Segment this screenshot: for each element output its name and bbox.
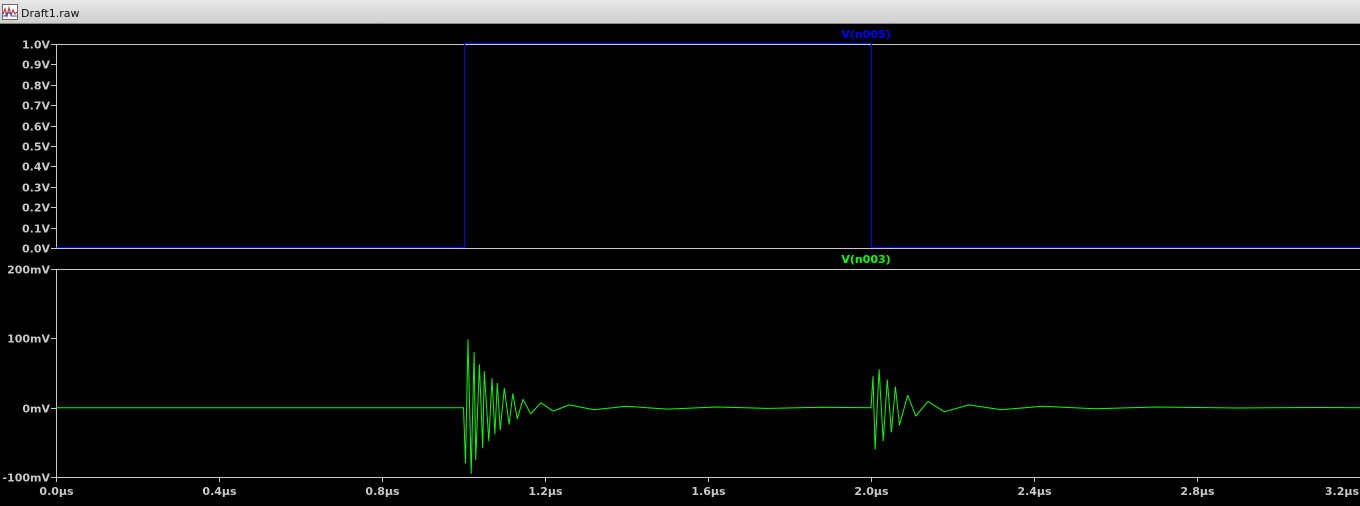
bottom-y-tick-label: 0mV [22, 403, 50, 416]
trace-v-n005[interactable] [56, 43, 1360, 248]
bottom-plot-frame [56, 269, 1360, 478]
top-plot-frame [56, 44, 1360, 249]
trace-label-vn003[interactable]: V(n003) [841, 253, 890, 266]
top-y-tick-label: 0.1V [22, 223, 50, 236]
pane-bottom[interactable]: -100mV 0mV 100mV 200mV 0.0µs 0.4µs 0.8µs 1.2µs 1… [2, 253, 1360, 498]
top-y-tick-label: 0.7V [22, 100, 50, 113]
top-y-tick-label: 0.6V [22, 121, 50, 134]
window-title: Draft1.raw [21, 7, 80, 20]
top-y-tick-label: 0.9V [22, 59, 50, 72]
waveform-viewer-window: Draft1.raw 0.0V 0.1V 0.2V 0.3V 0.4V 0.5V 0.6V 0… [0, 0, 1360, 506]
top-y-tick-label: 0.2V [22, 202, 50, 215]
pane-top[interactable]: 0.0V 0.1V 0.2V 0.3V 0.4V 0.5V 0.6V 0.7V 0.8V 0.9V… [22, 28, 1360, 256]
top-y-tick-label: 0.3V [22, 182, 50, 195]
top-y-tick-label: 0.4V [22, 161, 50, 174]
x-tick-label: 3.2µs [1325, 485, 1360, 498]
x-tick-label: 0.8µs [365, 485, 400, 498]
top-y-tick-label: 0.8V [22, 80, 50, 93]
bottom-y-tick-label: 200mV [7, 264, 50, 277]
bottom-y-tick-label: 100mV [7, 333, 50, 346]
waveform-icon [2, 4, 18, 20]
title-bar[interactable]: Draft1.raw [0, 0, 1360, 24]
trace-label-vn005[interactable]: V(n005) [841, 28, 890, 41]
waveform-plot-area: 0.0V 0.1V 0.2V 0.3V 0.4V 0.5V 0.6V 0.7V 0.8V 0.9V… [2, 28, 1360, 498]
x-tick-label: 0.4µs [202, 485, 237, 498]
x-tick-label: 2.4µs [1017, 485, 1052, 498]
top-y-tick-label: 0.5V [22, 141, 50, 154]
top-y-tick-label: 0.0V [22, 243, 50, 256]
trace-v-n003[interactable] [56, 339, 1360, 474]
x-tick-label: 1.2µs [528, 485, 563, 498]
x-tick-label: 2.8µs [1180, 485, 1215, 498]
x-tick-label: 1.6µs [691, 485, 726, 498]
x-tick-label: 2.0µs [854, 485, 889, 498]
x-tick-label: 0.0µs [39, 485, 74, 498]
bottom-y-tick-label: -100mV [2, 472, 50, 485]
top-y-tick-label: 1.0V [22, 39, 50, 52]
